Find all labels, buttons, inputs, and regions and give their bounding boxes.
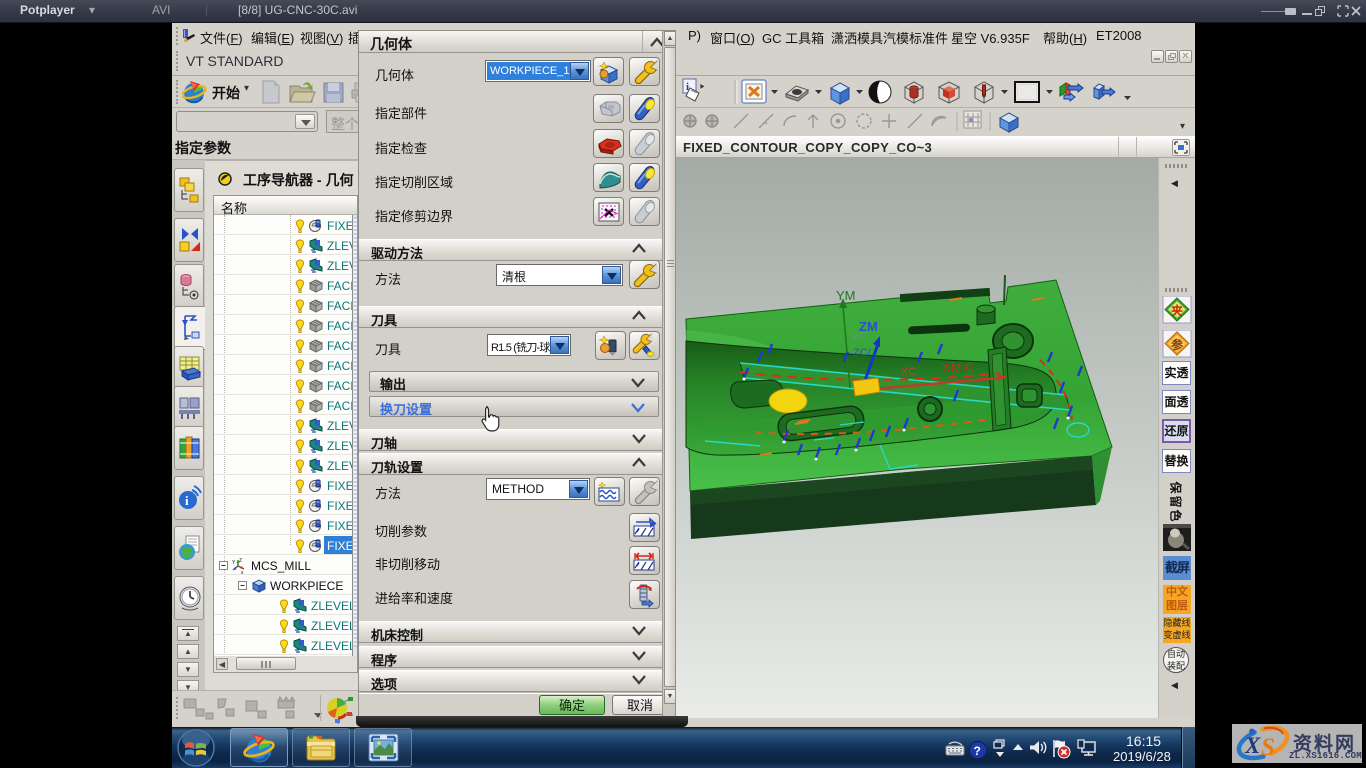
svg-text:i: i — [185, 493, 189, 508]
svg-text:参: 参 — [1171, 337, 1184, 352]
svg-text:YM: YM — [836, 288, 856, 303]
svg-text:YC: YC — [851, 331, 866, 343]
svg-text:S: S — [1261, 734, 1275, 761]
svg-text:X: X — [1244, 733, 1261, 758]
svg-text:?: ? — [974, 744, 981, 758]
svg-text:XC: XC — [901, 366, 916, 378]
svg-text:夹: 夹 — [1171, 303, 1183, 318]
svg-text:XM C: XM C — [942, 360, 975, 375]
svg-text:ZC/: ZC/ — [853, 347, 872, 359]
